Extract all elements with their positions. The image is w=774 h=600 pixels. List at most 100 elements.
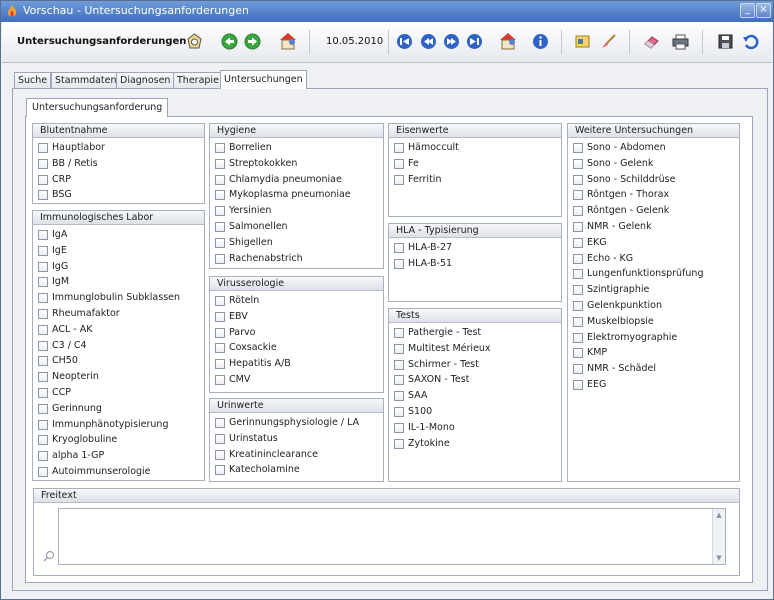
checkbox-label: Kryoglobuline	[52, 434, 118, 446]
checkbox[interactable]	[38, 190, 48, 201]
checkbox[interactable]	[38, 340, 48, 351]
printer-icon[interactable]	[672, 33, 689, 50]
checkbox[interactable]	[573, 269, 583, 280]
date-label: 10.05.2010	[326, 36, 384, 47]
checkbox[interactable]	[215, 206, 225, 217]
checkbox[interactable]	[573, 285, 583, 296]
tab-diagnosen[interactable]: Diagnosen	[116, 72, 175, 89]
checkbox[interactable]	[38, 388, 48, 398]
last-record-icon[interactable]	[466, 33, 483, 50]
freitext-textarea[interactable]: ▲ ▼	[58, 508, 726, 565]
checkbox[interactable]	[573, 190, 583, 201]
checkbox[interactable]	[394, 407, 404, 417]
checkbox[interactable]	[215, 359, 225, 370]
checkbox[interactable]	[215, 311, 225, 322]
index-card-icon[interactable]	[574, 33, 591, 50]
save-icon[interactable]	[717, 33, 734, 50]
checkbox[interactable]	[38, 451, 48, 462]
checkbox[interactable]	[215, 253, 225, 264]
checkbox[interactable]	[573, 380, 583, 390]
checkbox[interactable]	[394, 359, 404, 370]
checkbox[interactable]	[215, 343, 225, 354]
tab-therapie[interactable]: Therapie	[173, 72, 223, 89]
checkbox[interactable]	[573, 222, 583, 232]
undo-icon[interactable]	[742, 33, 759, 50]
close-button[interactable]: ×	[756, 3, 771, 18]
minimize-button[interactable]: _	[740, 3, 755, 18]
checkbox[interactable]	[38, 158, 48, 169]
checkbox[interactable]	[573, 253, 583, 264]
checkbox[interactable]	[215, 433, 225, 444]
green-forward-icon[interactable]	[244, 33, 261, 50]
checkbox[interactable]	[215, 143, 225, 153]
checkbox[interactable]	[38, 143, 48, 153]
first-record-icon[interactable]	[396, 33, 413, 50]
checkbox[interactable]	[38, 245, 48, 256]
checkbox[interactable]	[394, 343, 404, 354]
tab-untersuchungen[interactable]: Untersuchungen	[220, 70, 307, 89]
prev-record-icon[interactable]	[420, 33, 437, 50]
checkbox[interactable]	[215, 296, 225, 306]
checkbox[interactable]	[573, 158, 583, 169]
checkbox[interactable]	[215, 375, 225, 385]
brush-icon[interactable]	[600, 33, 617, 50]
checkbox[interactable]	[38, 309, 48, 319]
checkbox-label: IgA	[52, 229, 68, 240]
scroll-down-icon[interactable]: ▼	[714, 553, 724, 563]
checkbox[interactable]	[215, 158, 225, 169]
checkbox[interactable]	[215, 418, 225, 428]
eraser-icon[interactable]	[643, 33, 660, 50]
checkbox[interactable]	[38, 356, 48, 367]
magnifier-icon[interactable]	[43, 550, 55, 562]
home-icon[interactable]	[186, 33, 203, 50]
checkbox[interactable]	[215, 327, 225, 338]
checkbox[interactable]	[394, 391, 404, 402]
tab-suche[interactable]: Suche	[14, 72, 52, 89]
green-back-icon[interactable]	[221, 33, 238, 50]
checkbox[interactable]	[215, 465, 225, 476]
checkbox[interactable]	[573, 364, 583, 375]
checkbox[interactable]	[215, 174, 225, 185]
checkbox[interactable]	[573, 301, 583, 311]
checkbox[interactable]	[38, 403, 48, 414]
info-icon[interactable]	[532, 33, 549, 50]
checkbox[interactable]	[394, 174, 404, 185]
checkbox[interactable]	[38, 230, 48, 240]
checkbox[interactable]	[394, 422, 404, 433]
checkbox[interactable]	[573, 174, 583, 185]
checkbox[interactable]	[38, 419, 48, 430]
checkbox[interactable]	[573, 332, 583, 343]
checkbox[interactable]	[38, 293, 48, 304]
tab-stammdaten[interactable]: Stammdaten	[51, 72, 121, 89]
checkbox[interactable]	[573, 206, 583, 217]
house-person-icon[interactable]	[278, 31, 298, 51]
checkbox[interactable]	[38, 277, 48, 288]
checkbox[interactable]	[215, 222, 225, 232]
checkbox-label: CCP	[52, 387, 71, 398]
checkbox[interactable]	[573, 143, 583, 153]
checkbox[interactable]	[38, 174, 48, 185]
checkbox[interactable]	[394, 328, 404, 338]
checkbox[interactable]	[394, 258, 404, 269]
checkbox[interactable]	[394, 438, 404, 449]
checkbox[interactable]	[573, 348, 583, 359]
checkbox[interactable]	[215, 237, 225, 248]
next-record-icon[interactable]	[443, 33, 460, 50]
checkbox[interactable]	[573, 316, 583, 327]
checkbox[interactable]	[394, 243, 404, 253]
checkbox[interactable]	[38, 372, 48, 383]
subtab-untersuchungsanforderung[interactable]: Untersuchungsanforderung	[26, 98, 169, 117]
checkbox[interactable]	[38, 435, 48, 446]
checkbox[interactable]	[215, 190, 225, 201]
checkbox[interactable]	[215, 449, 225, 460]
house-person-icon[interactable]	[498, 31, 518, 51]
checkbox[interactable]	[38, 324, 48, 335]
checkbox[interactable]	[394, 143, 404, 153]
checkbox[interactable]	[38, 261, 48, 272]
checkbox[interactable]	[38, 467, 48, 477]
checkbox[interactable]	[573, 237, 583, 248]
checkbox[interactable]	[394, 158, 404, 169]
checkbox[interactable]	[394, 375, 404, 386]
textarea-scrollbar[interactable]: ▲ ▼	[712, 509, 725, 564]
scroll-up-icon[interactable]: ▲	[714, 510, 724, 520]
